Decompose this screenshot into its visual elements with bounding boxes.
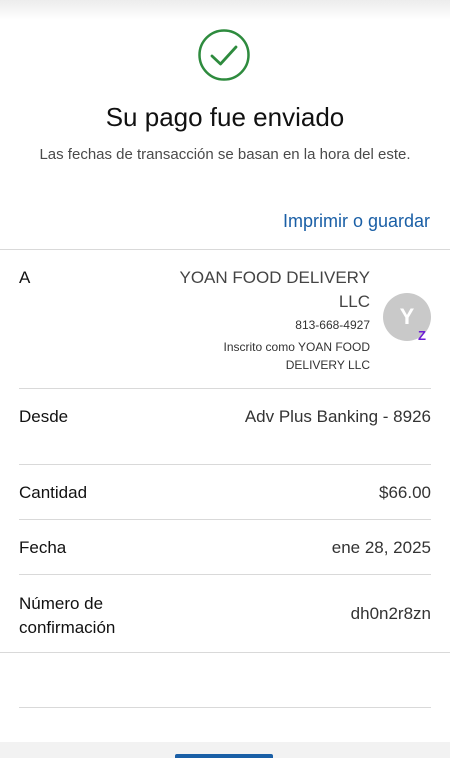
bottom-action-button[interactable] — [175, 754, 273, 758]
date-value: ene 28, 2025 — [331, 538, 431, 557]
print-or-save-link[interactable]: Imprimir o guardar — [283, 211, 430, 232]
divider — [19, 707, 431, 708]
divider — [0, 249, 450, 250]
recipient-enrolled-as: Inscrito como YOAN FOOD DELIVERY LLC — [223, 340, 370, 372]
timezone-note: Las fechas de transacción se basan en la… — [39, 146, 411, 163]
zelle-badge-icon: Z — [418, 328, 426, 343]
amount-value: $66.00 — [379, 483, 431, 502]
divider — [0, 652, 450, 653]
divider — [19, 574, 431, 575]
top-fade — [0, 0, 450, 20]
from-account: Adv Plus Banking - 8926 — [244, 407, 431, 426]
date-label: Fecha — [19, 538, 67, 557]
divider — [19, 519, 431, 520]
recipient-label: A — [19, 268, 31, 287]
divider — [19, 388, 431, 389]
recipient-name: YOAN FOOD DELIVERY LLC — [179, 268, 370, 311]
confirmation-label: Número de confirmación — [19, 594, 116, 637]
from-label: Desde — [19, 407, 69, 426]
confirmation-number: dh0n2r8zn — [350, 604, 431, 623]
amount-label: Cantidad — [19, 483, 88, 502]
success-check-icon — [198, 29, 250, 81]
page-title: Su pago fue enviado — [105, 102, 345, 132]
avatar-initial: Y — [399, 304, 415, 329]
divider — [19, 464, 431, 465]
recipient-phone: 813-668-4927 — [295, 318, 370, 332]
